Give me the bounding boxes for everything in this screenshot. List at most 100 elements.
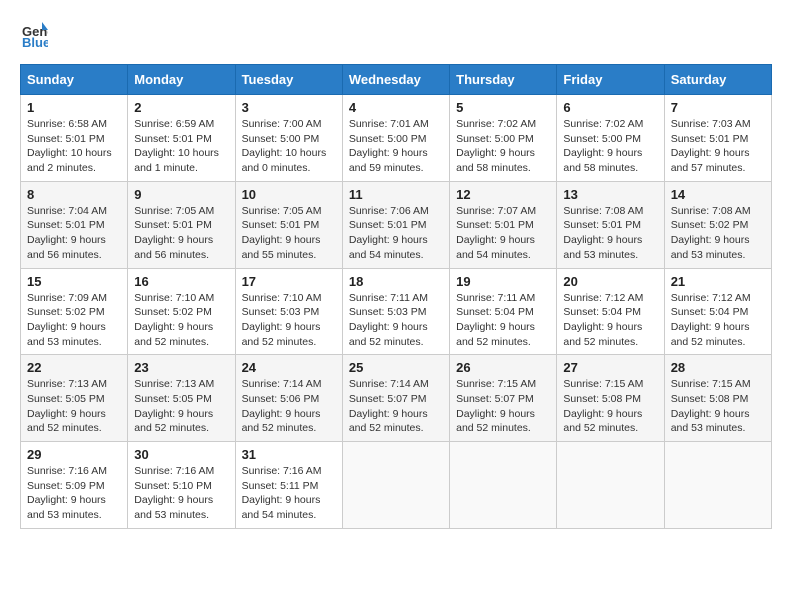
calendar-cell: 22 Sunrise: 7:13 AMSunset: 5:05 PMDayligh… xyxy=(21,355,128,442)
svg-text:Blue: Blue xyxy=(22,35,48,48)
weekday-header: Friday xyxy=(557,65,664,95)
weekday-header: Wednesday xyxy=(342,65,449,95)
calendar-cell: 14 Sunrise: 7:08 AMSunset: 5:02 PMDayligh… xyxy=(664,181,771,268)
day-info: Sunrise: 6:58 AMSunset: 5:01 PMDaylight:… xyxy=(27,117,121,176)
calendar-table: SundayMondayTuesdayWednesdayThursdayFrid… xyxy=(20,64,772,529)
calendar-cell: 8 Sunrise: 7:04 AMSunset: 5:01 PMDaylight… xyxy=(21,181,128,268)
day-number: 21 xyxy=(671,274,765,289)
day-info: Sunrise: 7:04 AMSunset: 5:01 PMDaylight:… xyxy=(27,204,121,263)
day-info: Sunrise: 6:59 AMSunset: 5:01 PMDaylight:… xyxy=(134,117,228,176)
calendar-cell: 12Sunrise: 7:07 AMSunset: 5:01 PMDayligh… xyxy=(450,181,557,268)
day-number: 23 xyxy=(134,360,228,375)
day-number: 17 xyxy=(242,274,336,289)
calendar-cell: 19 Sunrise: 7:11 AMSunset: 5:04 PMDayligh… xyxy=(450,268,557,355)
day-number: 28 xyxy=(671,360,765,375)
weekday-header: Monday xyxy=(128,65,235,95)
calendar-cell: 21 Sunrise: 7:12 AMSunset: 5:04 PMDayligh… xyxy=(664,268,771,355)
calendar-cell: 1 Sunrise: 6:58 AMSunset: 5:01 PMDaylight… xyxy=(21,95,128,182)
day-info: Sunrise: 7:08 AMSunset: 5:02 PMDaylight:… xyxy=(671,204,765,263)
calendar-cell: 23Sunrise: 7:13 AMSunset: 5:05 PMDayligh… xyxy=(128,355,235,442)
calendar-cell xyxy=(342,442,449,529)
calendar-cell: 20 Sunrise: 7:12 AMSunset: 5:04 PMDayligh… xyxy=(557,268,664,355)
calendar-week-row: 29 Sunrise: 7:16 AMSunset: 5:09 PMDayligh… xyxy=(21,442,772,529)
day-number: 1 xyxy=(27,100,121,115)
day-number: 6 xyxy=(563,100,657,115)
calendar-cell: 13 Sunrise: 7:08 AMSunset: 5:01 PMDayligh… xyxy=(557,181,664,268)
day-number: 31 xyxy=(242,447,336,462)
day-info: Sunrise: 7:07 AMSunset: 5:01 PMDaylight:… xyxy=(456,204,550,263)
day-info: Sunrise: 7:16 AMSunset: 5:11 PMDaylight:… xyxy=(242,464,336,523)
day-number: 22 xyxy=(27,360,121,375)
day-info: Sunrise: 7:02 AMSunset: 5:00 PMDaylight:… xyxy=(563,117,657,176)
calendar-cell: 2 Sunrise: 6:59 AMSunset: 5:01 PMDaylight… xyxy=(128,95,235,182)
day-number: 19 xyxy=(456,274,550,289)
day-info: Sunrise: 7:01 AMSunset: 5:00 PMDaylight:… xyxy=(349,117,443,176)
day-number: 18 xyxy=(349,274,443,289)
calendar-cell: 16 Sunrise: 7:10 AMSunset: 5:02 PMDayligh… xyxy=(128,268,235,355)
logo-icon: General Blue xyxy=(20,20,48,48)
day-info: Sunrise: 7:00 AMSunset: 5:00 PMDaylight:… xyxy=(242,117,336,176)
calendar-cell: 17 Sunrise: 7:10 AMSunset: 5:03 PMDayligh… xyxy=(235,268,342,355)
weekday-header: Thursday xyxy=(450,65,557,95)
calendar-cell: 26Sunrise: 7:15 AMSunset: 5:07 PMDayligh… xyxy=(450,355,557,442)
calendar-cell: 5 Sunrise: 7:02 AMSunset: 5:00 PMDaylight… xyxy=(450,95,557,182)
weekday-header: Sunday xyxy=(21,65,128,95)
calendar-cell: 29 Sunrise: 7:16 AMSunset: 5:09 PMDayligh… xyxy=(21,442,128,529)
day-number: 3 xyxy=(242,100,336,115)
calendar-cell: 28 Sunrise: 7:15 AMSunset: 5:08 PMDayligh… xyxy=(664,355,771,442)
calendar-cell: 30Sunrise: 7:16 AMSunset: 5:10 PMDayligh… xyxy=(128,442,235,529)
calendar-cell: 25 Sunrise: 7:14 AMSunset: 5:07 PMDayligh… xyxy=(342,355,449,442)
day-info: Sunrise: 7:03 AMSunset: 5:01 PMDaylight:… xyxy=(671,117,765,176)
day-info: Sunrise: 7:14 AMSunset: 5:07 PMDaylight:… xyxy=(349,377,443,436)
calendar-cell: 3 Sunrise: 7:00 AMSunset: 5:00 PMDaylight… xyxy=(235,95,342,182)
weekday-header: Tuesday xyxy=(235,65,342,95)
day-info: Sunrise: 7:05 AMSunset: 5:01 PMDaylight:… xyxy=(134,204,228,263)
day-number: 4 xyxy=(349,100,443,115)
day-info: Sunrise: 7:08 AMSunset: 5:01 PMDaylight:… xyxy=(563,204,657,263)
day-info: Sunrise: 7:16 AMSunset: 5:09 PMDaylight:… xyxy=(27,464,121,523)
calendar-body: 1 Sunrise: 6:58 AMSunset: 5:01 PMDaylight… xyxy=(21,95,772,529)
calendar-cell: 31 Sunrise: 7:16 AMSunset: 5:11 PMDayligh… xyxy=(235,442,342,529)
calendar-week-row: 8 Sunrise: 7:04 AMSunset: 5:01 PMDaylight… xyxy=(21,181,772,268)
day-number: 5 xyxy=(456,100,550,115)
day-info: Sunrise: 7:09 AMSunset: 5:02 PMDaylight:… xyxy=(27,291,121,350)
day-number: 8 xyxy=(27,187,121,202)
day-number: 29 xyxy=(27,447,121,462)
day-info: Sunrise: 7:12 AMSunset: 5:04 PMDaylight:… xyxy=(671,291,765,350)
day-number: 13 xyxy=(563,187,657,202)
page-header: General Blue xyxy=(20,20,772,48)
calendar-cell xyxy=(664,442,771,529)
calendar-cell: 6 Sunrise: 7:02 AMSunset: 5:00 PMDaylight… xyxy=(557,95,664,182)
day-number: 14 xyxy=(671,187,765,202)
calendar-header: SundayMondayTuesdayWednesdayThursdayFrid… xyxy=(21,65,772,95)
calendar-cell xyxy=(450,442,557,529)
day-info: Sunrise: 7:15 AMSunset: 5:08 PMDaylight:… xyxy=(563,377,657,436)
calendar-cell: 15Sunrise: 7:09 AMSunset: 5:02 PMDayligh… xyxy=(21,268,128,355)
calendar-week-row: 15Sunrise: 7:09 AMSunset: 5:02 PMDayligh… xyxy=(21,268,772,355)
day-info: Sunrise: 7:12 AMSunset: 5:04 PMDaylight:… xyxy=(563,291,657,350)
day-info: Sunrise: 7:11 AMSunset: 5:04 PMDaylight:… xyxy=(456,291,550,350)
day-number: 10 xyxy=(242,187,336,202)
day-info: Sunrise: 7:15 AMSunset: 5:08 PMDaylight:… xyxy=(671,377,765,436)
day-number: 27 xyxy=(563,360,657,375)
calendar-cell: 9 Sunrise: 7:05 AMSunset: 5:01 PMDaylight… xyxy=(128,181,235,268)
day-info: Sunrise: 7:13 AMSunset: 5:05 PMDaylight:… xyxy=(27,377,121,436)
logo: General Blue xyxy=(20,20,52,48)
day-number: 30 xyxy=(134,447,228,462)
day-number: 26 xyxy=(456,360,550,375)
day-number: 9 xyxy=(134,187,228,202)
day-number: 25 xyxy=(349,360,443,375)
day-info: Sunrise: 7:10 AMSunset: 5:02 PMDaylight:… xyxy=(134,291,228,350)
day-number: 2 xyxy=(134,100,228,115)
calendar-cell: 7Sunrise: 7:03 AMSunset: 5:01 PMDaylight… xyxy=(664,95,771,182)
day-info: Sunrise: 7:10 AMSunset: 5:03 PMDaylight:… xyxy=(242,291,336,350)
calendar-cell xyxy=(557,442,664,529)
day-info: Sunrise: 7:02 AMSunset: 5:00 PMDaylight:… xyxy=(456,117,550,176)
calendar-cell: 24Sunrise: 7:14 AMSunset: 5:06 PMDayligh… xyxy=(235,355,342,442)
day-number: 16 xyxy=(134,274,228,289)
day-number: 20 xyxy=(563,274,657,289)
day-number: 11 xyxy=(349,187,443,202)
day-info: Sunrise: 7:05 AMSunset: 5:01 PMDaylight:… xyxy=(242,204,336,263)
day-info: Sunrise: 7:06 AMSunset: 5:01 PMDaylight:… xyxy=(349,204,443,263)
day-info: Sunrise: 7:11 AMSunset: 5:03 PMDaylight:… xyxy=(349,291,443,350)
